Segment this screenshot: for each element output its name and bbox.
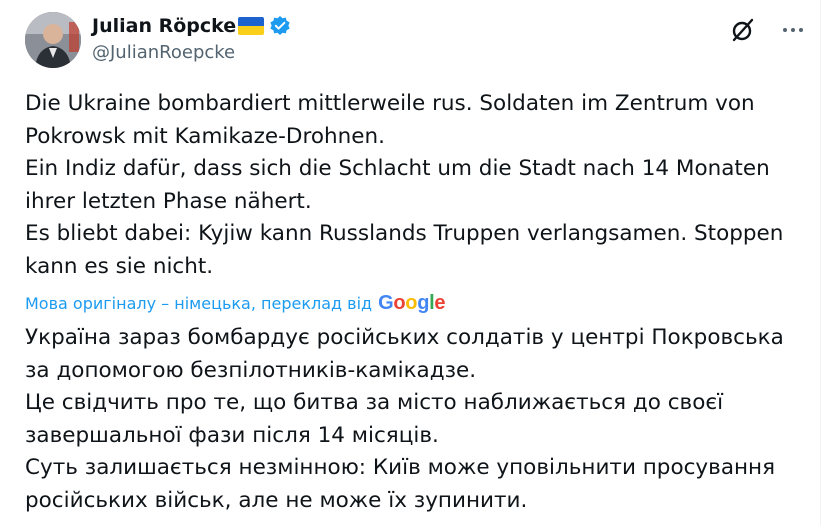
author-block: Julian Röpcke @JulianRoepcke xyxy=(92,12,291,63)
tweet-paragraph: Ein Indiz dafür, dass sich die Schlacht … xyxy=(25,156,770,214)
tweet-actions xyxy=(729,16,807,44)
tweet-paragraph: Es bliebt dabei: Kyjiw kann Russlands Tr… xyxy=(25,221,784,279)
tweet-paragraph: Die Ukraine bombardiert mittlerweile rus… xyxy=(25,91,755,149)
author-name-row[interactable]: Julian Röpcke xyxy=(92,12,291,40)
avatar[interactable] xyxy=(25,12,81,68)
translated-paragraph: Суть залишається незмінною: Київ може уп… xyxy=(25,455,776,513)
grok-button[interactable] xyxy=(729,16,757,44)
google-logo: Google xyxy=(378,291,446,314)
ukraine-flag-icon xyxy=(238,17,265,35)
tweet-card: Julian Röpcke @JulianRoepcke Die Ukraine… xyxy=(0,0,821,525)
translated-paragraph: Це свідчить про те, що битва за місто на… xyxy=(25,390,724,448)
avatar-image xyxy=(25,12,81,68)
author-handle[interactable]: @JulianRoepcke xyxy=(92,42,291,63)
translated-paragraph: Україна зараз бомбардує російських солда… xyxy=(25,325,784,383)
grok-icon xyxy=(732,18,754,42)
tweet-text: Die Ukraine bombardiert mittlerweile rus… xyxy=(25,88,805,284)
translation-note[interactable]: Мова оригіналу – німецька, переклад від xyxy=(25,294,372,313)
verified-badge-icon[interactable] xyxy=(269,15,291,37)
tweet-header: Julian Röpcke @JulianRoepcke xyxy=(25,12,815,72)
author-display-name[interactable]: Julian Röpcke xyxy=(92,15,236,37)
translated-text: Україна зараз бомбардує російських солда… xyxy=(25,322,815,518)
translation-attribution[interactable]: Мова оригіналу – німецька, переклад від … xyxy=(25,288,446,318)
more-icon xyxy=(783,28,803,32)
more-button[interactable] xyxy=(779,16,807,44)
